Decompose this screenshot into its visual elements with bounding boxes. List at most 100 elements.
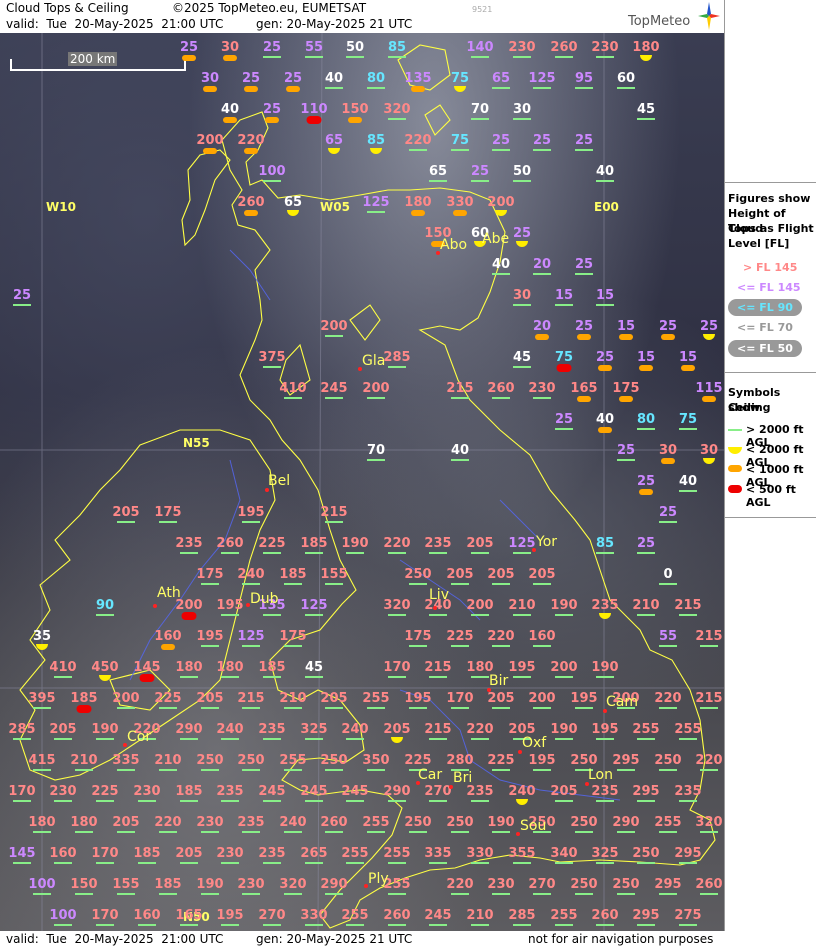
- ceiling-symbol: [596, 800, 614, 802]
- cloud-top-value: 260: [216, 536, 244, 551]
- cloud-top-value: 320: [279, 877, 307, 892]
- cloud-top-value: 230: [508, 40, 536, 55]
- ceiling-symbol: [411, 86, 425, 92]
- cloud-top-value: 40: [678, 474, 698, 489]
- ceiling-symbol: [117, 707, 135, 709]
- ceiling-symbol: [451, 583, 469, 585]
- cloud-top-value: 205: [49, 722, 77, 737]
- ceiling-symbol: [203, 148, 217, 154]
- ceiling-symbol: [180, 676, 198, 678]
- ceiling-symbol: [33, 893, 51, 895]
- ceiling-symbol: [637, 738, 655, 740]
- satellite-map[interactable]: 200 km W10 W05 E00 N55 N50 25 30 25 55 50 85 1…: [0, 33, 724, 931]
- ceiling-symbol: [346, 738, 364, 740]
- ceiling-symbol: [284, 769, 302, 771]
- cloud-top-value: 290: [320, 877, 348, 892]
- ceiling-symbol: [388, 800, 406, 802]
- ceiling-symbol: [700, 707, 718, 709]
- cloud-top-value: 25: [532, 133, 552, 148]
- ceiling-symbol: [492, 149, 510, 151]
- cloud-top-value: 245: [341, 784, 369, 799]
- ceiling-symbol: [325, 521, 343, 523]
- cloud-top-value: 190: [591, 660, 619, 675]
- ceiling-symbol: [596, 552, 614, 554]
- cloud-top-value: 210: [279, 691, 307, 706]
- cloud-top-value: 180: [175, 660, 203, 675]
- cloud-top-value: 215: [695, 691, 723, 706]
- cloud-top-value: 75: [554, 350, 574, 365]
- ceiling-symbol: [305, 924, 323, 926]
- legend-gt-fl145: > FL 145: [743, 261, 798, 274]
- cloud-top-value: 220: [466, 722, 494, 737]
- cloud-top-value: 40: [220, 102, 240, 117]
- cloud-top-value: 270: [258, 908, 286, 923]
- ceiling-symbol: [429, 180, 447, 182]
- ceiling-symbol: [596, 180, 614, 182]
- ceiling-symbol: [180, 738, 198, 740]
- cloud-top-value: 30: [220, 40, 240, 55]
- ceiling-symbol: [429, 862, 447, 864]
- cloud-top-value: 185: [70, 691, 98, 706]
- cloud-top-value: 95: [574, 71, 594, 86]
- ceiling-symbol: [471, 118, 489, 120]
- ceiling-symbol: [702, 396, 716, 402]
- cloud-top-value: 65: [491, 71, 511, 86]
- ceiling-symbol: [533, 769, 551, 771]
- grid-label-w05: W05: [320, 200, 350, 214]
- cloud-top-value: 25: [241, 71, 261, 86]
- cloud-top-value: 35: [32, 629, 52, 644]
- cloud-top-value: 180: [216, 660, 244, 675]
- ceiling-symbol: [263, 924, 281, 926]
- cloud-top-value: 100: [28, 877, 56, 892]
- cloud-top-value: 215: [446, 381, 474, 396]
- header-bar: Cloud Tops & Ceiling ©2025 TopMeteo.eu, …: [0, 0, 724, 33]
- ceiling-symbol: [286, 86, 300, 92]
- cloud-top-value: 80: [636, 412, 656, 427]
- cloud-top-value: 230: [487, 877, 515, 892]
- cloud-top-value: 320: [383, 102, 411, 117]
- cloud-top-value: 205: [112, 505, 140, 520]
- footer-disclaimer: not for air navigation purposes: [528, 932, 714, 946]
- ceiling-symbol: [180, 924, 198, 926]
- cloud-top-value: 275: [674, 908, 702, 923]
- ceiling-symbol: [201, 769, 219, 771]
- cloud-top-value: 165: [175, 908, 203, 923]
- ceiling-symbol: [679, 614, 697, 616]
- cloud-top-value: 40: [450, 443, 470, 458]
- cloud-top-value: 185: [279, 567, 307, 582]
- cloud-top-value: 25: [616, 443, 636, 458]
- ceiling-symbol: [346, 924, 364, 926]
- ceiling-symbol: [659, 769, 677, 771]
- topmeteo-logo: TopMeteo: [628, 2, 720, 32]
- cloud-top-value: 195: [404, 691, 432, 706]
- city-athlone: Ath: [157, 585, 181, 601]
- cloud-top-value: 250: [612, 877, 640, 892]
- ceiling-symbol: [33, 707, 51, 709]
- ceiling-symbol: [659, 521, 677, 523]
- cloud-top-value: 160: [49, 846, 77, 861]
- cloud-top-value: 290: [175, 722, 203, 737]
- ceiling-symbol: [492, 87, 510, 89]
- city-dublin: Dub: [250, 591, 279, 607]
- ceiling-symbol: [471, 614, 489, 616]
- ceiling-symbol: [533, 583, 551, 585]
- ceiling-symbol: [244, 148, 258, 154]
- cloud-top-value: 90: [95, 598, 115, 613]
- cloud-top-value: 220: [154, 815, 182, 830]
- cloud-top-value: 30: [699, 443, 719, 458]
- ceiling-symbol: [263, 552, 281, 554]
- cloud-top-value: 185: [133, 846, 161, 861]
- ceiling-symbol: [637, 614, 655, 616]
- ceiling-symbol: [492, 645, 510, 647]
- cloud-top-value: 205: [466, 536, 494, 551]
- grid-label-e00: E00: [594, 200, 619, 214]
- legend-ceil-lt500: < 500 ft AGL: [728, 481, 814, 509]
- ceiling-symbol: [659, 707, 677, 709]
- cloud-top-value: 230: [528, 381, 556, 396]
- cloud-top-value: 190: [550, 722, 578, 737]
- cloud-top-value: 230: [196, 815, 224, 830]
- cloud-top-value: 255: [362, 815, 390, 830]
- ceiling-symbol: [533, 273, 551, 275]
- ceiling-symbol: [388, 552, 406, 554]
- cloud-top-value: 350: [362, 753, 390, 768]
